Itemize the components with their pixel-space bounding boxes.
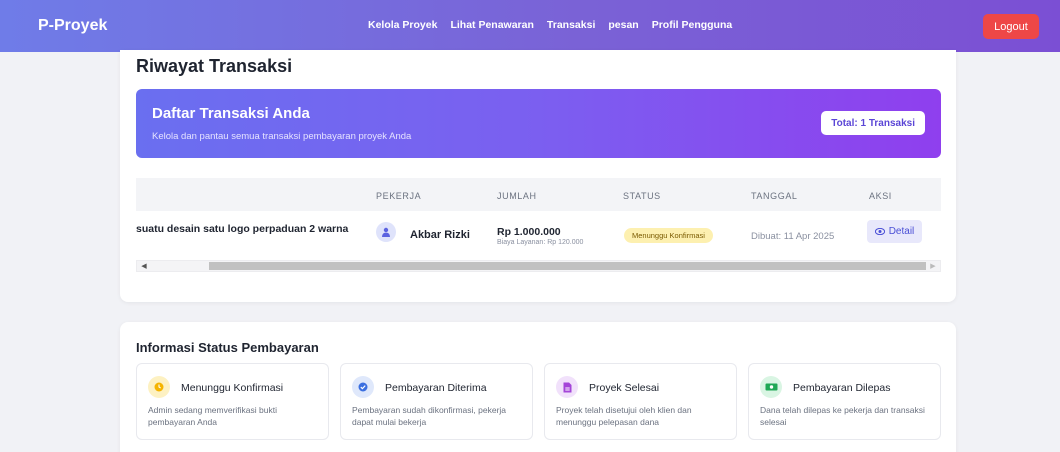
info-card-title: Pembayaran Diterima [385,382,487,394]
info-card-released: Pembayaran Dilepas Dana telah dilepas ke… [748,363,941,440]
scroll-right-arrow-icon[interactable]: ▶ [926,261,940,271]
page-title: Riwayat Transaksi [136,56,293,76]
info-card-completed: Proyek Selesai Proyek telah disetujui ol… [544,363,737,440]
detail-button[interactable]: Detail [867,220,922,243]
banner-title: Daftar Transaksi Anda [152,105,310,122]
info-card-desc: Pembayaran sudah dikonfirmasi, pekerja d… [352,405,507,427]
amount-value: Rp 1.000.000 [497,226,561,238]
info-card-title: Menunggu Konfirmasi [181,382,284,394]
info-card-received: Pembayaran Diterima Pembayaran sudah dik… [340,363,533,440]
header-aksi: AKSI [869,191,892,201]
info-card-waiting: Menunggu Konfirmasi Admin sedang memveri… [136,363,329,440]
header-jumlah: JUMLAH [497,191,537,201]
created-date: Dibuat: 11 Apr 2025 [751,231,835,242]
info-card-desc: Admin sedang memverifikasi bukti pembaya… [148,405,277,427]
header-pekerja: PEKERJA [376,191,422,201]
scroll-left-arrow-icon[interactable]: ◀ [137,261,151,271]
table-header: PEKERJA JUMLAH STATUS TANGGAL AKSI [136,178,941,211]
status-badge: Menunggu Konfirmasi [624,228,713,243]
nav-lihat-penawaran[interactable]: Lihat Penawaran [450,19,533,31]
info-card-desc: Proyek telah disetujui oleh klien dan me… [556,405,692,427]
detail-label: Detail [888,226,915,237]
nav-pesan[interactable]: pesan [608,19,638,31]
transactions-banner: Daftar Transaksi Anda Kelola dan pantau … [136,89,941,158]
nav-transaksi[interactable]: Transaksi [547,19,595,31]
project-name: suatu desain satu logo perpaduan 2 warna [136,223,349,235]
info-section-title: Informasi Status Pembayaran [136,340,319,355]
info-card-desc: Dana telah dilepas ke pekerja dan transa… [760,405,925,427]
document-icon [556,376,578,398]
info-card-title: Proyek Selesai [589,382,660,394]
header-status: STATUS [623,191,661,201]
header-tanggal: TANGGAL [751,191,798,201]
top-navbar: P-Proyek Kelola Proyek Lihat Penawaran T… [0,0,1060,52]
service-fee: Biaya Layanan: Rp 120.000 [497,239,584,246]
horizontal-scrollbar[interactable]: ◀ ▶ [136,260,941,272]
logout-button[interactable]: Logout [983,14,1039,39]
nav-kelola-proyek[interactable]: Kelola Proyek [368,19,437,31]
check-circle-icon [352,376,374,398]
worker-name: Akbar Rizki [410,229,470,241]
total-transactions-badge[interactable]: Total: 1 Transaksi [821,111,925,135]
nav-menu: Kelola Proyek Lihat Penawaran Transaksi … [368,19,732,31]
eye-icon [874,228,885,235]
nav-profil-pengguna[interactable]: Profil Pengguna [652,19,733,31]
info-card-title: Pembayaran Dilepas [793,382,891,394]
clock-icon [148,376,170,398]
user-icon [376,222,396,242]
brand-logo[interactable]: P-Proyek [38,17,107,35]
scroll-thumb[interactable] [209,262,926,270]
banner-subtitle: Kelola dan pantau semua transaksi pembay… [152,131,412,142]
money-icon [760,376,782,398]
